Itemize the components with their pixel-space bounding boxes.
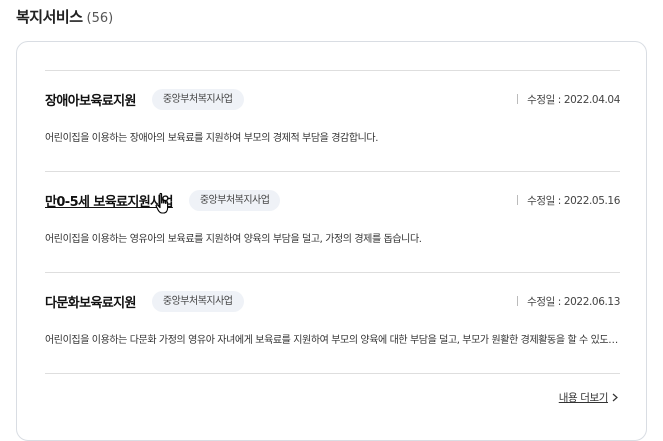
list-item: 다문화보육료지원 중앙부처복지사업 수정일 : 2022.06.13 어린이집을… (45, 273, 620, 374)
modified-date-text: 수정일 : 2022.06.13 (527, 296, 620, 308)
page-title: 복지서비스 (16, 8, 83, 26)
item-title-link[interactable]: 장애아보육료지원 (45, 90, 136, 109)
item-title-link[interactable]: 다문화보육료지원 (45, 292, 136, 311)
divider (517, 296, 519, 306)
category-badge: 중앙부처복지사업 (151, 88, 244, 110)
item-title-row: 다문화보육료지원 중앙부처복지사업 (45, 288, 244, 314)
item-description: 어린이집을 이용하는 영유아의 보육료를 지원하여 양육의 부담을 덜고, 가정… (45, 234, 422, 245)
list-item: 장애아보육료지원 중앙부처복지사업 수정일 : 2022.04.04 어린이집을… (45, 71, 620, 172)
modified-date-text: 수정일 : 2022.04.04 (527, 94, 620, 106)
divider (517, 94, 519, 104)
modified-date: 수정일 : 2022.05.16 (517, 193, 620, 208)
modified-date-text: 수정일 : 2022.05.16 (527, 195, 620, 207)
more-button-label: 내용 더보기 (558, 392, 609, 404)
item-title-link[interactable]: 만0-5세 보육료지원사업 (45, 191, 173, 210)
result-count: (56) (86, 11, 114, 26)
chevron-right-icon (612, 393, 618, 402)
item-title-row: 장애아보육료지원 중앙부처복지사업 (45, 86, 244, 112)
service-list-panel: 장애아보육료지원 중앙부처복지사업 수정일 : 2022.04.04 어린이집을… (16, 41, 647, 441)
category-badge: 중앙부처복지사업 (188, 189, 281, 211)
list-item: 만0-5세 보육료지원사업 중앙부처복지사업 수정일 : 2022.05.16 … (45, 172, 620, 273)
modified-date: 수정일 : 2022.06.13 (517, 294, 620, 309)
item-title-row: 만0-5세 보육료지원사업 중앙부처복지사업 (45, 187, 281, 213)
item-description: 어린이집을 이용하는 장애아의 보육료를 지원하여 부모의 경제적 부담을 경감… (45, 133, 379, 144)
item-description: 어린이집을 이용하는 다문화 가정의 영유아 자녀에게 보육료를 지원하여 부모… (45, 335, 620, 346)
divider (517, 195, 519, 205)
modified-date: 수정일 : 2022.04.04 (517, 92, 620, 107)
service-list: 장애아보육료지원 중앙부처복지사업 수정일 : 2022.04.04 어린이집을… (45, 70, 620, 374)
category-badge: 중앙부처복지사업 (151, 290, 244, 312)
section-header: 복지서비스 (56) (16, 6, 113, 28)
more-button[interactable]: 내용 더보기 (559, 390, 618, 405)
